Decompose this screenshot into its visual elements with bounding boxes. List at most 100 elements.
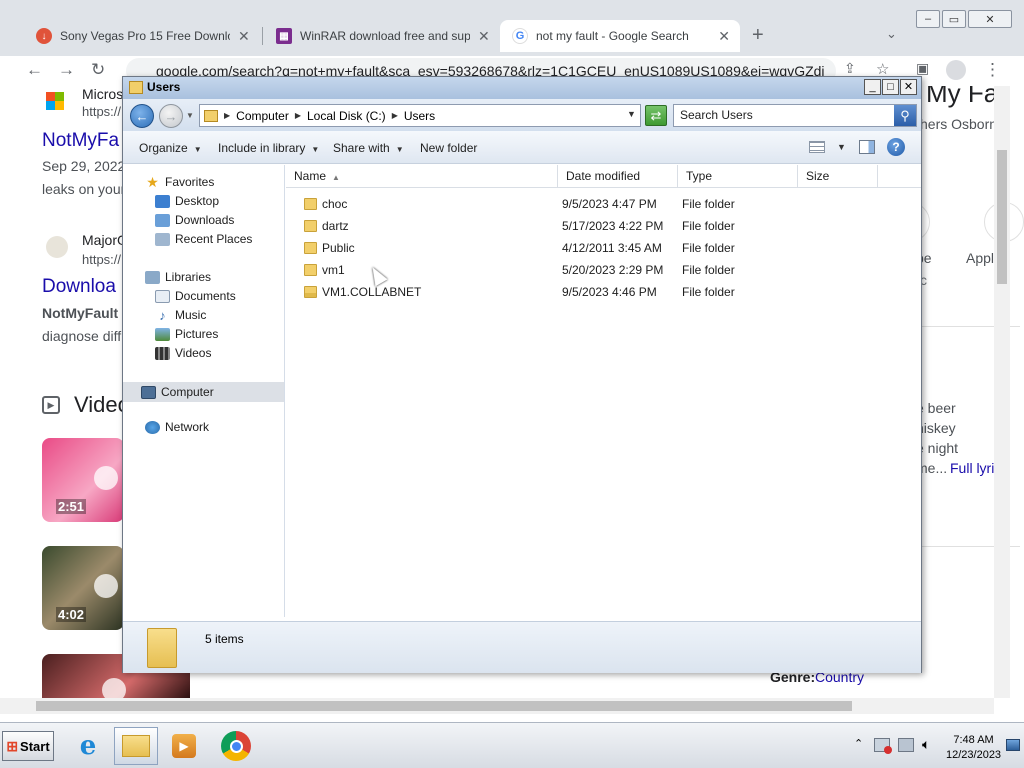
full-lyrics-link[interactable]: Full lyri: [950, 460, 994, 476]
taskbar-media-player[interactable]: ▶: [162, 727, 206, 765]
nav-pictures[interactable]: Pictures: [155, 327, 218, 341]
vertical-scrollbar[interactable]: [994, 86, 1010, 698]
close-window-icon[interactable]: ✕: [968, 10, 1012, 28]
new-folder-button[interactable]: New folder: [420, 141, 477, 155]
file-row[interactable]: VM1.COLLABNET 9/5/2023 4:46 PM File fold…: [286, 281, 921, 303]
horizontal-scrollbar[interactable]: [0, 698, 994, 714]
breadcrumb-local-disk[interactable]: Local Disk (C:): [307, 109, 386, 123]
nav-libraries[interactable]: Libraries: [145, 270, 211, 284]
file-row[interactable]: Public 4/12/2011 3:45 AM File folder: [286, 237, 921, 259]
close-tab-icon[interactable]: ✕: [238, 28, 250, 45]
result-title-link[interactable]: Downloa: [42, 276, 116, 298]
file-type: File folder: [682, 241, 735, 255]
nav-documents[interactable]: Documents: [155, 289, 236, 303]
taskbar-explorer[interactable]: [114, 727, 158, 765]
documents-icon: [155, 289, 170, 303]
include-in-library-button[interactable]: Include in library ▼: [218, 141, 319, 155]
column-header-type[interactable]: Type: [678, 165, 798, 188]
side-panel-icon[interactable]: ▣: [916, 60, 929, 77]
file-type: File folder: [682, 219, 735, 233]
recent-pages-dropdown-icon[interactable]: ▼: [186, 111, 194, 120]
forward-arrow-icon[interactable]: →: [159, 104, 183, 128]
tab-search-chevron-icon[interactable]: ⌄: [886, 26, 897, 42]
nav-music[interactable]: ♪ Music: [155, 308, 206, 323]
taskbar-internet-explorer[interactable]: e: [66, 727, 110, 765]
nav-desktop[interactable]: Desktop: [155, 194, 219, 208]
close-icon[interactable]: ✕: [900, 79, 917, 95]
result-url[interactable]: https://: [82, 104, 121, 119]
show-desktop-icon[interactable]: [1006, 739, 1020, 751]
internet-explorer-icon: e: [79, 731, 97, 761]
preview-pane-icon[interactable]: [859, 140, 875, 154]
close-tab-icon[interactable]: ✕: [718, 28, 730, 45]
locked-folder-icon: [304, 286, 317, 298]
new-tab-icon[interactable]: +: [752, 24, 764, 47]
close-tab-icon[interactable]: ✕: [478, 28, 490, 45]
column-header-name[interactable]: Name ▲: [286, 165, 558, 188]
action-center-flag-icon[interactable]: [874, 738, 892, 754]
column-header-date[interactable]: Date modified: [558, 165, 678, 188]
view-dropdown-icon[interactable]: ▼: [837, 142, 846, 152]
nav-downloads[interactable]: Downloads: [155, 213, 234, 227]
chrome-icon: [221, 731, 251, 761]
show-hidden-icons-chevron-icon[interactable]: ⌃: [854, 737, 863, 750]
reload-icon[interactable]: ↻: [91, 60, 105, 80]
tab-google-search[interactable]: G not my fault - Google Search ✕: [500, 20, 740, 52]
help-icon[interactable]: ?: [887, 138, 905, 156]
organize-button[interactable]: Organize ▼: [139, 141, 202, 155]
libraries-icon: [145, 270, 160, 284]
explorer-title-bar[interactable]: Users _ □ ✕: [123, 77, 921, 99]
file-row[interactable]: dartz 5/17/2023 4:22 PM File folder: [286, 215, 921, 237]
nav-videos[interactable]: Videos: [155, 346, 211, 360]
maximize-icon[interactable]: ▭: [942, 10, 966, 28]
volume-muted-icon[interactable]: 🔈︎: [922, 736, 930, 753]
share-icon[interactable]: ⇪: [844, 60, 856, 77]
breadcrumb[interactable]: ▶ Computer ▶ Local Disk (C:) ▶ Users: [199, 104, 641, 127]
nav-recent-places[interactable]: Recent Places: [155, 232, 252, 246]
nav-favorites[interactable]: ★ Favorites: [145, 174, 214, 190]
search-icon[interactable]: ⚲: [894, 105, 916, 126]
minimize-icon[interactable]: –: [916, 10, 940, 28]
item-count: 5 items: [205, 632, 244, 646]
clock[interactable]: 7:48 AM 12/23/2023: [946, 733, 1001, 763]
search-input[interactable]: Search Users ⚲: [673, 104, 917, 127]
minimize-icon[interactable]: _: [864, 79, 881, 95]
address-dropdown-icon[interactable]: ▼: [627, 109, 636, 119]
google-favicon-icon: G: [512, 28, 528, 44]
system-tray: ⌃ 🔈︎ 7:48 AM 12/23/2023: [852, 723, 1024, 768]
breadcrumb-users[interactable]: Users: [404, 109, 435, 123]
nav-label: Computer: [161, 385, 214, 399]
column-header-size[interactable]: Size: [798, 165, 878, 188]
network-status-icon[interactable]: [898, 738, 914, 752]
file-name: VM1.COLLABNET: [322, 285, 422, 299]
breadcrumb-computer[interactable]: Computer: [236, 109, 289, 123]
breadcrumb-arrow-icon[interactable]: ▶: [224, 111, 230, 120]
breadcrumb-arrow-icon[interactable]: ▶: [392, 111, 398, 120]
forward-arrow-icon[interactable]: →: [58, 60, 75, 80]
maximize-icon[interactable]: □: [882, 79, 899, 95]
result-title-link[interactable]: NotMyFa: [42, 130, 119, 152]
video-thumbnail[interactable]: 4:02: [42, 546, 124, 630]
change-view-icon[interactable]: [809, 141, 825, 153]
window-title: Users: [147, 80, 181, 94]
result-snippet: leaks on your: [42, 181, 126, 197]
profile-avatar-icon[interactable]: [946, 60, 966, 80]
video-play-icon: ▶: [42, 396, 60, 414]
nav-computer[interactable]: Computer: [123, 382, 284, 402]
back-arrow-icon[interactable]: ←: [26, 60, 43, 80]
taskbar-chrome[interactable]: [214, 727, 258, 765]
back-arrow-icon[interactable]: ←: [130, 104, 154, 128]
share-with-button[interactable]: Share with ▼: [333, 141, 404, 155]
tab-sony-vegas[interactable]: ↓ Sony Vegas Pro 15 Free Download - ✕: [24, 20, 260, 52]
video-thumbnail[interactable]: 2:51: [42, 438, 124, 522]
tab-winrar[interactable]: ▦ WinRAR download free and support: ✕: [264, 20, 500, 52]
refresh-icon[interactable]: ⇄: [645, 105, 667, 126]
breadcrumb-arrow-icon[interactable]: ▶: [295, 111, 301, 120]
start-button[interactable]: ⊞ Start: [2, 731, 54, 761]
menu-dots-icon[interactable]: ⋮: [984, 60, 1001, 80]
nav-network[interactable]: Network: [145, 420, 209, 434]
result-url[interactable]: https://: [82, 252, 121, 267]
file-row[interactable]: choc 9/5/2023 4:47 PM File folder: [286, 193, 921, 215]
media-player-icon: ▶: [172, 734, 196, 758]
nav-label: Pictures: [175, 327, 219, 341]
